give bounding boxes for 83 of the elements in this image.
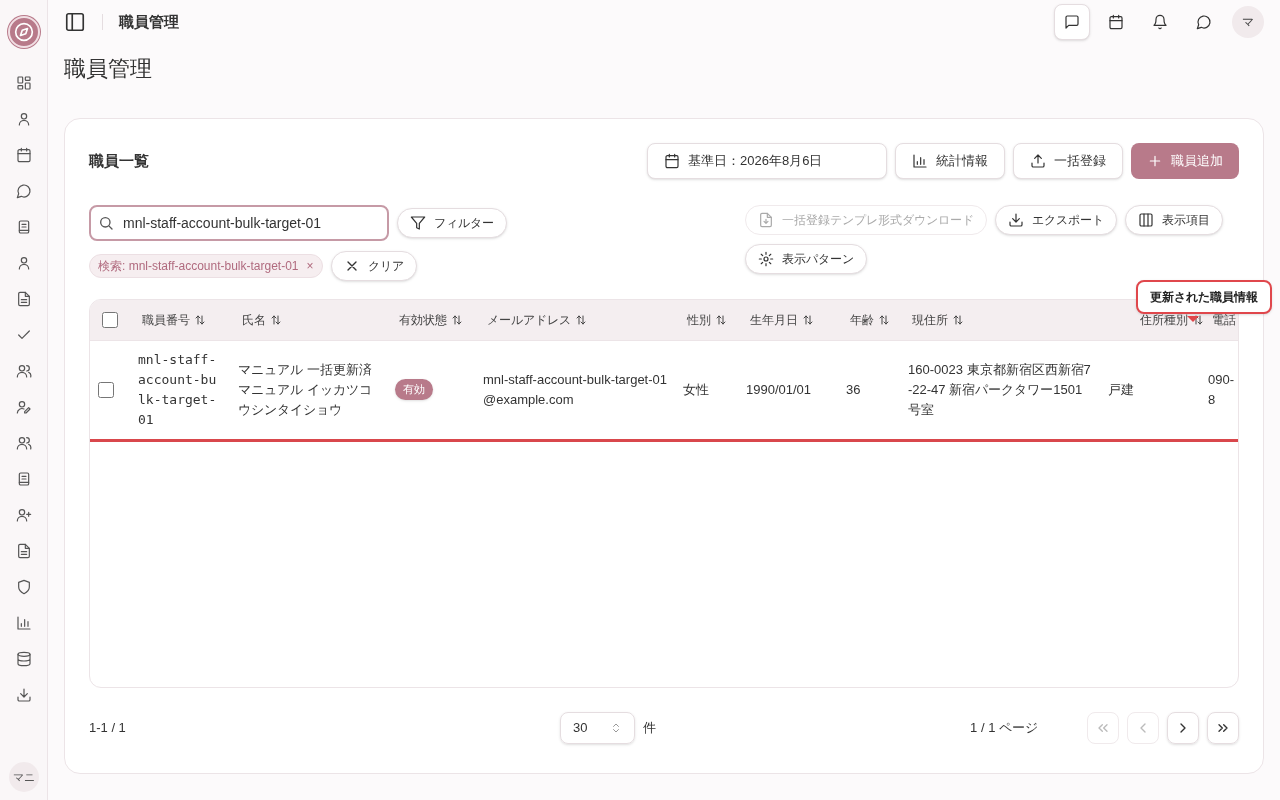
export-button[interactable]: エクスポート [995,205,1117,235]
dashboard-icon[interactable] [15,75,32,91]
column-header[interactable]: 職員番号 [142,310,190,329]
columns-icon [1138,212,1154,228]
message-icon [1064,14,1080,30]
page-title: 職員管理 [64,55,153,83]
database-icon[interactable] [15,651,32,667]
filter-button[interactable]: フィルター [397,208,507,238]
download-icon [1008,212,1024,228]
notification-icon [1152,14,1168,30]
page-indicator: 1 / 1 ページ [970,719,1038,738]
table-cell-text: 36 [846,380,862,399]
document-icon[interactable] [15,291,32,307]
plus-icon [1147,153,1163,169]
sort-icon [270,313,282,326]
shield-icon[interactable] [15,579,32,595]
card-title: 職員一覧 [89,150,149,171]
calendar-icon [664,153,680,169]
columns-button[interactable]: 表示項目 [1125,205,1223,235]
filter-chip-label: 検索: mnl-staff-account-bulk-target-01 [98,258,299,275]
filter-icon [410,215,426,231]
tooltip: 更新された職員情報 [1136,280,1272,314]
sidebar-toggle-icon[interactable] [64,11,86,33]
column-header[interactable]: メールアドレス [487,310,571,329]
last-page-button[interactable] [1207,712,1239,744]
sort-icon [802,313,814,326]
upload-icon [1030,153,1046,169]
chevron-updown-icon [610,722,622,734]
file-download-icon [758,212,774,228]
row-checkbox[interactable] [98,381,114,398]
page-size-select[interactable]: 30 [560,712,635,744]
tooltip-pointer [1187,316,1199,322]
document-icon[interactable] [15,543,32,559]
bar-chart-icon [912,153,928,169]
column-header[interactable]: 生年月日 [750,310,798,329]
header-title: 職員管理 [119,11,179,32]
person-add-icon[interactable] [15,507,32,523]
table-cell-text: マニュアル 一括更新済マニュアル イッカツコウシンタイショウ [238,360,373,419]
column-header[interactable]: 氏名 [242,310,266,329]
user-avatar[interactable]: マ [1232,6,1264,38]
table-cell-text: 160-0023 東京都新宿区西新宿7-22-47 新宿パークタワー1501号室 [908,360,1092,419]
sort-icon [1192,313,1204,326]
view-pattern-button[interactable]: 表示パターン [745,244,867,274]
table-cell-text: mnl-staff-account-bulk-target-01 [138,350,218,429]
sort-icon [451,313,463,326]
clear-button[interactable]: クリア [330,251,417,281]
sort-icon [715,313,727,326]
table-row[interactable]: mnl-staff-account-bulk-target-01 マニュアル 一括更新済マニュアル イッカツコウシンタイショウ 有効 mnl-staff-account-bulk-target-01@example.com 女性 1990/01/01 36 160-0023 東京都新宿区西新宿7-22-47 新宿パークタワー1501号室 戸建 090- 8 [90,340,1238,440]
calendar-icon [1108,14,1124,30]
table-cell-text: 1990/01/01 [746,380,813,399]
page-size-unit: 件 [643,719,656,738]
search-field[interactable]: mnl-staff-account-bulk-target-01 [89,205,389,241]
column-header[interactable]: 有効状態 [399,310,447,329]
chat-icon[interactable] [15,183,32,199]
chip-remove-button[interactable]: × [306,257,314,275]
sort-icon [194,313,206,326]
select-all-checkbox[interactable] [102,311,118,328]
status-badge: 有効 [395,379,433,400]
download-icon[interactable] [15,687,32,703]
table-cell-text: 戸建 [1108,380,1135,399]
date-button[interactable]: 基準日：2026年8月6日 [647,143,887,179]
person-edit-icon[interactable] [15,399,32,415]
people-icon[interactable] [15,363,32,379]
message-button[interactable] [1054,4,1090,40]
people-icon[interactable] [15,435,32,451]
bulk-register-button[interactable]: 一括登録 [1013,143,1123,179]
search-icon [98,215,114,231]
sort-icon [575,313,587,326]
sort-icon [952,313,964,326]
compass-logo-icon [7,16,40,48]
result-count: 1-1 / 1 [89,719,127,738]
sort-icon [878,313,890,326]
table-cell-text: mnl-staff-account-bulk-target-01@example.com [483,370,667,409]
calendar-icon[interactable] [15,147,32,163]
column-header[interactable]: 現住所 [912,310,948,329]
bar-chart-icon[interactable] [15,615,32,631]
statistics-button[interactable]: 統計情報 [895,143,1005,179]
chat-icon [1196,14,1212,30]
table-cell-text: 女性 [683,380,710,399]
column-header[interactable]: 性別 [687,310,711,329]
column-header[interactable]: 年齢 [850,310,874,329]
user-avatar[interactable]: マニ [8,762,39,792]
table-cell-text: 090- 8 [1208,370,1236,409]
